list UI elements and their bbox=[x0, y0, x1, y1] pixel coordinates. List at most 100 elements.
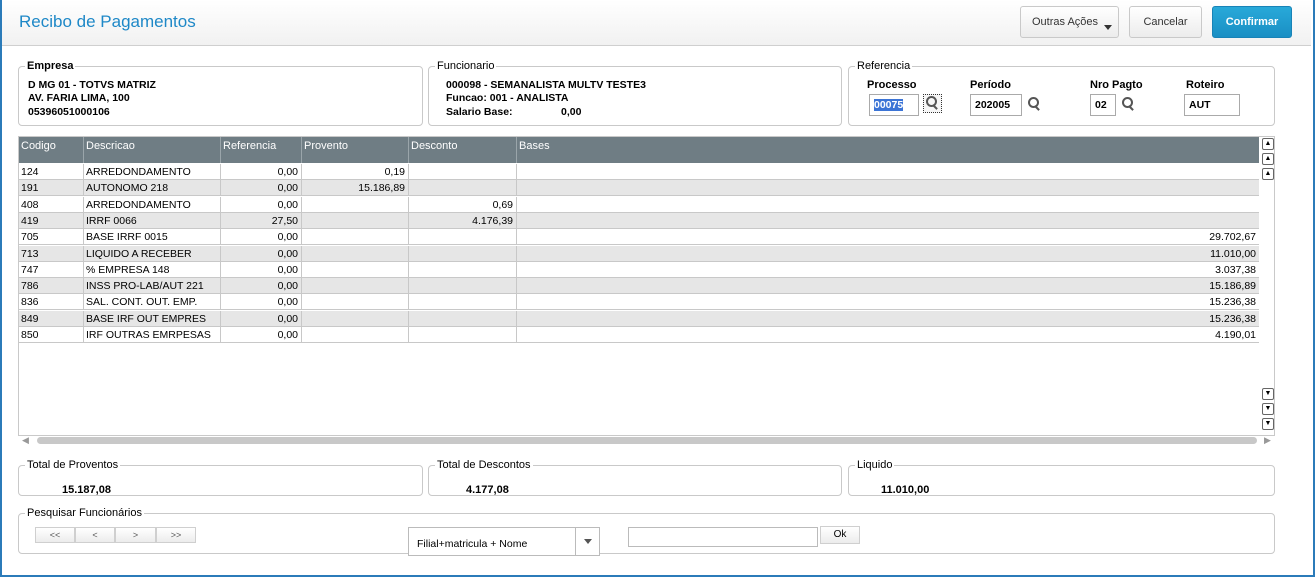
periodo-label: Período bbox=[970, 79, 1011, 91]
cell-bases: 15.236,38 bbox=[1209, 312, 1256, 325]
cell-bases: 29.702,67 bbox=[1209, 231, 1256, 244]
col-provento[interactable]: Provento bbox=[302, 137, 409, 163]
scroll-down-icon[interactable]: ▼ bbox=[1262, 388, 1274, 400]
col-bases[interactable]: Bases bbox=[517, 137, 1259, 163]
cell-referencia: 0,00 bbox=[221, 180, 302, 197]
liquido-label: Liquido bbox=[857, 459, 893, 471]
cell-descricao: LIQUIDO A RECEBER bbox=[84, 245, 221, 262]
vertical-scrollbar[interactable]: ▲ ▲ ▲ ▼ ▼ ▼ bbox=[1260, 137, 1275, 435]
scroll-page-down-icon[interactable]: ▼ bbox=[1262, 403, 1274, 415]
roteiro-label: Roteiro bbox=[1186, 79, 1225, 91]
horizontal-scrollbar[interactable]: ◀ ▶ bbox=[19, 435, 1275, 445]
total-descontos-value: 4.177,08 bbox=[466, 484, 509, 496]
outras-acoes-button[interactable]: Outras Ações bbox=[1020, 6, 1119, 38]
table-row[interactable]: 124 ARREDONDAMENTO 0,00 0,19 bbox=[19, 164, 1259, 180]
cell-codigo: 849 bbox=[19, 310, 84, 327]
cell-desconto: 0,69 bbox=[409, 196, 517, 213]
processo-input[interactable]: 00075 bbox=[869, 94, 919, 116]
first-record-button[interactable]: << bbox=[35, 527, 75, 543]
nro-pagto-input[interactable]: 02 bbox=[1090, 94, 1116, 116]
table-row[interactable]: 191 AUTONOMO 218 0,00 15.186,89 bbox=[19, 180, 1259, 197]
roteiro-input[interactable]: AUT bbox=[1184, 94, 1240, 116]
horizontal-scroll-thumb[interactable] bbox=[37, 437, 1257, 444]
cell-descricao: INSS PRO-LAB/AUT 221 bbox=[84, 278, 221, 295]
cell-bases: 11.010,00 bbox=[1210, 247, 1256, 260]
chevron-down-icon[interactable] bbox=[575, 528, 599, 555]
table-row[interactable]: 786 INSS PRO-LAB/AUT 221 0,00 15.186,89 bbox=[19, 278, 1259, 295]
ok-button[interactable]: Ok bbox=[820, 526, 860, 544]
table-row[interactable]: 705 BASE IRRF 0015 0,00 29.702,67 bbox=[19, 229, 1259, 246]
cell-descricao: BASE IRF OUT EMPRES bbox=[84, 310, 221, 327]
periodo-input[interactable]: 202005 bbox=[970, 94, 1022, 116]
cancel-button[interactable]: Cancelar bbox=[1129, 6, 1202, 38]
cell-provento bbox=[302, 261, 409, 278]
processo-lookup-button[interactable] bbox=[923, 94, 942, 113]
col-desconto[interactable]: Desconto bbox=[409, 137, 517, 163]
cell-provento bbox=[302, 327, 409, 343]
cell-desconto bbox=[409, 245, 517, 262]
cell-provento bbox=[302, 278, 409, 295]
table-row[interactable]: 713 LIQUIDO A RECEBER 0,00 11.010,00 bbox=[19, 245, 1259, 262]
cell-descricao: SAL. CONT. OUT. EMP. bbox=[84, 294, 221, 311]
cell-desconto bbox=[409, 180, 517, 197]
cell-provento: 0,19 bbox=[302, 164, 409, 180]
col-codigo[interactable]: Codigo bbox=[19, 137, 84, 163]
pesquisar-legend: Pesquisar Funcionários bbox=[27, 507, 142, 519]
table-row[interactable]: 419 IRRF 0066 27,50 4.176,39 bbox=[19, 212, 1259, 229]
cell-referencia: 0,00 bbox=[221, 229, 302, 246]
lancamentos-grid[interactable]: Codigo Descricao Referencia Provento Des… bbox=[18, 136, 1275, 445]
prev-record-button[interactable]: < bbox=[75, 527, 115, 543]
cell-bases: 4.190,01 bbox=[1215, 329, 1256, 341]
periodo-search-icon[interactable] bbox=[1026, 96, 1042, 112]
search-order-select[interactable]: Filial+matricula + Nome bbox=[408, 527, 600, 556]
funcionario-line1: 000098 - SEMANALISTA MULTV TESTE3 bbox=[446, 79, 646, 91]
table-row[interactable]: 747% EMPRESA 148 0,00 3.037,38 bbox=[19, 261, 1259, 278]
table-row[interactable]: 850 IRF OUTRAS EMRPESAS 0,00 4.190,01 bbox=[19, 327, 1259, 343]
nro-pagto-label: Nro Pagto bbox=[1090, 79, 1143, 91]
referencia-legend: Referencia bbox=[857, 60, 911, 72]
cell-codigo: 124 bbox=[19, 164, 84, 180]
salario-value: 0,00 bbox=[561, 106, 582, 118]
page-title: Recibo de Pagamentos bbox=[19, 12, 196, 31]
cell-desconto bbox=[409, 294, 517, 311]
cell-referencia: 0,00 bbox=[221, 294, 302, 311]
total-proventos-label: Total de Proventos bbox=[27, 459, 119, 471]
nro-pagto-search-icon[interactable] bbox=[1120, 96, 1136, 112]
last-record-button[interactable]: >> bbox=[156, 527, 196, 543]
next-record-button[interactable]: > bbox=[115, 527, 156, 543]
confirm-button[interactable]: Confirmar bbox=[1212, 6, 1292, 38]
scroll-top-icon[interactable]: ▲ bbox=[1262, 138, 1274, 150]
cell-desconto bbox=[409, 310, 517, 327]
funcionario-line2: Funcao: 001 - ANALISTA bbox=[446, 92, 569, 104]
cell-referencia: 0,00 bbox=[221, 278, 302, 295]
scroll-bottom-icon[interactable]: ▼ bbox=[1262, 418, 1274, 430]
scroll-left-icon[interactable]: ◀ bbox=[22, 435, 29, 446]
table-row[interactable]: 836 SAL. CONT. OUT. EMP. 0,00 15.236,38 bbox=[19, 294, 1259, 311]
search-input[interactable] bbox=[628, 527, 818, 547]
col-descricao[interactable]: Descricao bbox=[84, 137, 221, 163]
scroll-right-icon[interactable]: ▶ bbox=[1264, 435, 1271, 446]
cell-provento: 15.186,89 bbox=[302, 180, 409, 197]
scroll-up-icon[interactable]: ▲ bbox=[1262, 168, 1274, 180]
cell-referencia: 0,00 bbox=[221, 327, 302, 343]
cell-referencia: 0,00 bbox=[221, 261, 302, 278]
liquido-panel: Liquido 11.010,00 bbox=[848, 459, 1275, 496]
cell-bases: 15.236,38 bbox=[1209, 296, 1256, 309]
total-descontos-panel: Total de Descontos 4.177,08 bbox=[428, 459, 842, 496]
cell-provento bbox=[302, 245, 409, 262]
table-row[interactable]: 849 BASE IRF OUT EMPRES 0,00 15.236,38 bbox=[19, 310, 1259, 327]
col-referencia[interactable]: Referencia bbox=[221, 137, 302, 163]
search-order-value: Filial+matricula + Nome bbox=[417, 538, 528, 550]
total-proventos-value: 15.187,08 bbox=[62, 484, 111, 496]
cell-descricao: IRF OUTRAS EMRPESAS bbox=[84, 327, 221, 343]
table-row[interactable]: 408 ARREDONDAMENTO 0,00 0,69 bbox=[19, 196, 1259, 213]
outras-acoes-label: Outras Ações bbox=[1032, 16, 1099, 28]
cell-descricao: AUTONOMO 218 bbox=[84, 180, 221, 197]
funcionario-legend: Funcionario bbox=[437, 60, 495, 72]
empresa-line2: AV. FARIA LIMA, 100 bbox=[28, 92, 130, 104]
cell-provento bbox=[302, 294, 409, 311]
cell-referencia: 0,00 bbox=[221, 196, 302, 213]
grid-header: Codigo Descricao Referencia Provento Des… bbox=[19, 137, 1259, 163]
scroll-page-up-icon[interactable]: ▲ bbox=[1262, 153, 1274, 165]
cell-provento bbox=[302, 229, 409, 246]
